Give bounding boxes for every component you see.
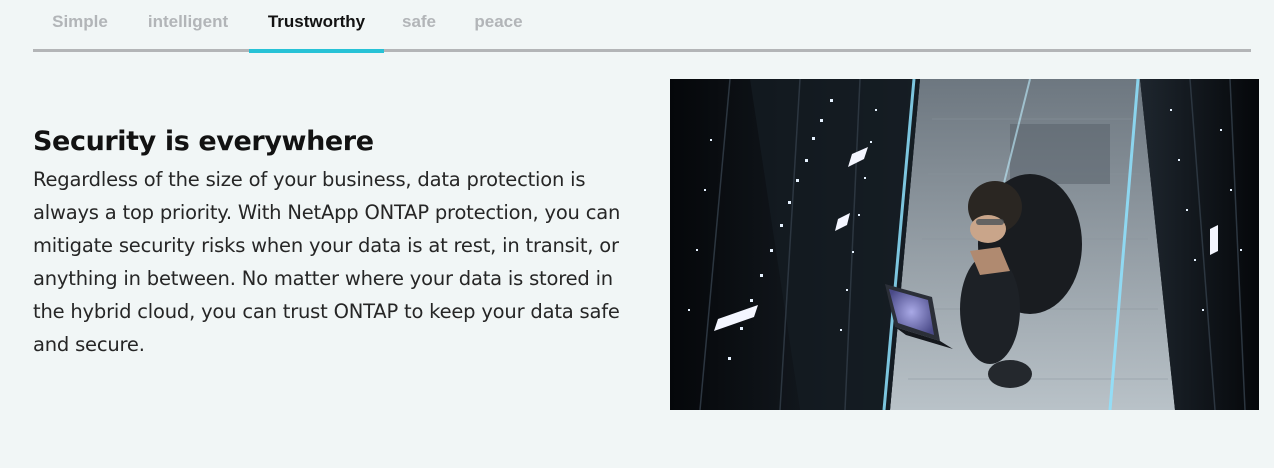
section-body-text: Regardless of the size of your business,… (33, 168, 621, 356)
active-tab-indicator (249, 49, 384, 53)
tab-safe[interactable]: safe (384, 0, 454, 52)
tab-bar: Simple intelligent Trustworthy safe peac… (33, 0, 1251, 53)
tab-trustworthy[interactable]: Trustworthy (249, 0, 384, 52)
tab-intelligent[interactable]: intelligent (127, 0, 249, 52)
section-title: Security is everywhere (33, 126, 374, 157)
tab-simple[interactable]: Simple (33, 0, 127, 52)
server-room-photo (670, 79, 1259, 410)
tab-peace[interactable]: peace (454, 0, 543, 52)
